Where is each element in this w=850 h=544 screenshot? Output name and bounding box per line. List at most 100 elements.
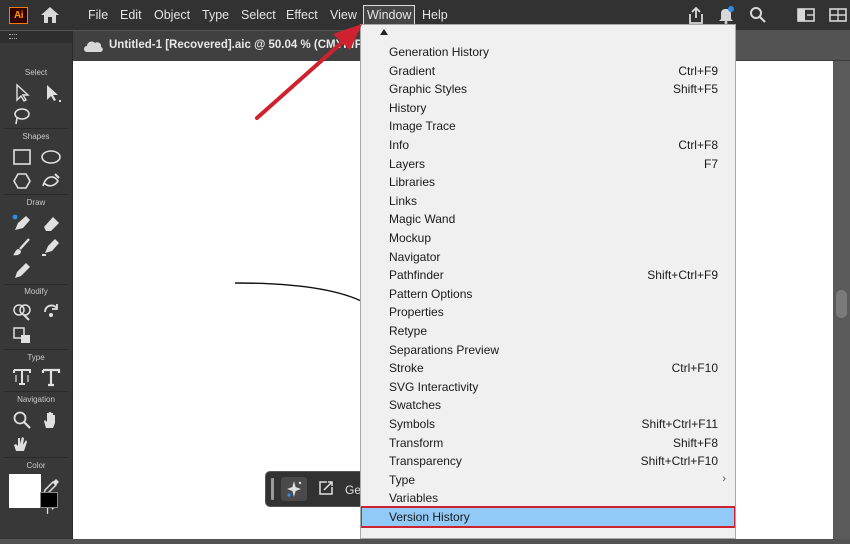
menu-item-generation-history[interactable]: Generation History xyxy=(362,43,734,61)
menu-item-label: Pathfinder xyxy=(389,268,444,283)
sparkle-icon xyxy=(287,481,302,497)
rectangle-tool-icon[interactable] xyxy=(11,147,33,167)
menu-item-shortcut: Shift+F8 xyxy=(672,435,718,450)
lasso-tool-icon[interactable] xyxy=(11,106,33,126)
menu-item-mockup[interactable]: Mockup xyxy=(362,229,734,247)
menu-item-variables[interactable]: Variables xyxy=(362,489,734,507)
panel-menu-icon[interactable] xyxy=(828,6,848,24)
menu-view[interactable]: View xyxy=(330,6,357,25)
menu-file[interactable]: File xyxy=(88,6,108,25)
blob-brush-tool-icon[interactable] xyxy=(40,237,62,257)
window-menu-dropdown: Generation History Gradient Ctrl+F9 Graphic… xyxy=(360,24,736,539)
menu-item-links[interactable]: Links xyxy=(362,192,734,210)
menu-item-navigator[interactable]: Navigator xyxy=(362,248,734,266)
vertical-scrollbar-thumb[interactable] xyxy=(836,290,847,318)
menu-help[interactable]: Help xyxy=(422,6,448,25)
menu-item-magic-wand[interactable]: Magic Wand xyxy=(362,210,734,228)
section-label-select: Select xyxy=(24,68,48,77)
menu-window[interactable]: Window xyxy=(363,5,416,25)
rotate-tool-icon[interactable] xyxy=(40,301,62,321)
menu-item-properties[interactable]: Properties xyxy=(362,303,734,321)
menu-item-svg-interactivity[interactable]: SVG Interactivity xyxy=(362,378,734,396)
menu-item-label: Graphic Styles xyxy=(389,82,468,97)
menu-item-label: History xyxy=(389,100,427,115)
home-icon[interactable] xyxy=(40,6,60,24)
menu-item-image-trace[interactable]: Image Trace xyxy=(362,117,734,135)
export-icon[interactable] xyxy=(318,480,334,496)
menu-item-transform[interactable]: Transform Shift+F8 xyxy=(362,434,734,452)
type-tool-icon[interactable] xyxy=(40,367,62,387)
type-on-path-tool-icon[interactable] xyxy=(11,367,33,387)
menu-object[interactable]: Object xyxy=(154,6,190,25)
toolbar-divider xyxy=(4,391,68,392)
menu-scroll-up-arrow[interactable] xyxy=(380,29,388,35)
notification-bell-icon[interactable] xyxy=(716,6,736,24)
menu-item-pathfinder[interactable]: Pathfinder Shift+Ctrl+F9 xyxy=(362,266,734,284)
menu-item-gradient[interactable]: Gradient Ctrl+F9 xyxy=(362,62,734,80)
menu-item-label: Mockup xyxy=(389,231,432,245)
toolbar-divider xyxy=(4,284,68,285)
direct-selection-tool-icon[interactable] xyxy=(41,83,63,103)
fill-color-swatch[interactable] xyxy=(9,474,41,508)
menu-item-label: Transform xyxy=(389,435,444,450)
menu-item-version-history[interactable]: Version History xyxy=(361,506,735,528)
menu-effect[interactable]: Effect xyxy=(286,6,318,25)
menu-item-type[interactable]: Type › xyxy=(362,471,734,489)
menu-item-stroke[interactable]: Stroke Ctrl+F10 xyxy=(362,359,734,377)
document-tab[interactable]: Untitled-1 [Recovered].aic @ 50.04 % (CM… xyxy=(73,31,373,61)
menu-item-symbols[interactable]: Symbols Shift+Ctrl+F11 xyxy=(362,415,734,433)
menu-item-history[interactable]: History xyxy=(362,99,734,117)
shape-builder-tool-icon[interactable] xyxy=(11,301,33,321)
search-icon[interactable] xyxy=(748,6,768,24)
menu-item-pattern-options[interactable]: Pattern Options xyxy=(362,285,734,303)
menu-item-transparency[interactable]: Transparency Shift+Ctrl+F10 xyxy=(362,452,734,470)
menu-item-swatches[interactable]: Swatches xyxy=(362,396,734,414)
rotate-view-tool-icon[interactable] xyxy=(11,434,33,454)
zoom-tool-icon[interactable] xyxy=(11,410,33,430)
workspace-layout-icon[interactable] xyxy=(796,6,816,24)
menu-item-label: Libraries xyxy=(389,175,436,190)
task-bar-label[interactable]: Ge xyxy=(345,483,361,497)
hand-tool-icon[interactable] xyxy=(40,410,62,430)
tools-panel-header[interactable] xyxy=(0,31,72,43)
menu-item-label: Links xyxy=(389,193,418,208)
eraser-tool-icon[interactable] xyxy=(40,213,62,233)
menu-item-graphic-styles[interactable]: Graphic Styles Shift+F5 xyxy=(362,80,734,98)
menu-item-shortcut: Shift+F5 xyxy=(672,82,718,97)
drawn-path[interactable] xyxy=(234,282,366,304)
section-label-navigation: Navigation xyxy=(17,395,55,404)
ellipse-tool-icon[interactable] xyxy=(40,147,62,167)
menu-item-label: Magic Wand xyxy=(389,212,456,227)
task-bar-grip-icon[interactable] xyxy=(271,478,274,500)
illustrator-logo: Ai xyxy=(9,7,28,24)
polygon-tool-icon[interactable] xyxy=(11,171,33,191)
menu-item-info[interactable]: Info Ctrl+F8 xyxy=(362,136,734,154)
contextual-task-bar: Ge xyxy=(265,471,365,507)
section-label-modify: Modify xyxy=(24,287,48,296)
grip-icon[interactable] xyxy=(9,34,17,39)
stroke-color-swatch[interactable] xyxy=(40,492,58,508)
menu-item-label: Separations Preview xyxy=(389,342,500,357)
paintbrush-tool-icon[interactable] xyxy=(11,237,33,257)
menu-item-separations-preview[interactable]: Separations Preview xyxy=(362,341,734,359)
menu-select[interactable]: Select xyxy=(241,6,276,25)
generative-ai-button[interactable] xyxy=(281,477,307,501)
section-label-color: Color xyxy=(26,461,46,470)
menu-item-retype[interactable]: Retype xyxy=(362,322,734,340)
shaper-tool-icon[interactable] xyxy=(40,171,62,191)
menu-item-libraries[interactable]: Libraries xyxy=(362,173,734,191)
share-icon[interactable] xyxy=(686,6,706,24)
menu-item-label: Variables xyxy=(389,491,439,506)
menu-type[interactable]: Type xyxy=(202,6,229,25)
free-transform-tool-icon[interactable] xyxy=(11,325,33,345)
menu-item-layers[interactable]: Layers F7 xyxy=(362,155,734,173)
pen-tool-icon[interactable] xyxy=(11,213,33,233)
cloud-document-icon xyxy=(82,39,104,53)
toolbar-divider xyxy=(4,349,68,350)
menu-edit[interactable]: Edit xyxy=(120,6,142,25)
menu-item-label: Generation History xyxy=(389,45,490,59)
menu-item-label: Properties xyxy=(389,305,444,320)
pencil-tool-icon[interactable] xyxy=(11,261,33,281)
menu-item-label: Transparency xyxy=(389,454,462,469)
selection-tool-icon[interactable] xyxy=(11,83,33,103)
